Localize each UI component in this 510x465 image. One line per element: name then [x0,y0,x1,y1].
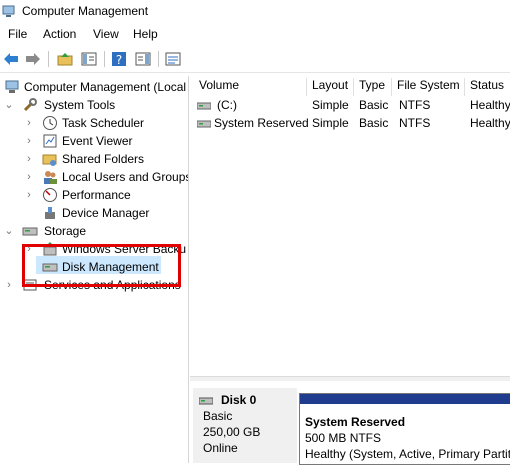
column-header-status[interactable]: Status [470,78,510,96]
toolbar: ? [0,46,510,73]
cell-status: Healthy [470,98,510,112]
table-row[interactable]: System Reserved Simple Basic NTFS Health… [193,114,510,132]
show-action-pane-icon[interactable] [134,50,152,68]
show-hide-tree-icon[interactable] [80,50,98,68]
tree-label: Storage [44,224,87,238]
column-separator[interactable] [306,78,307,96]
performance-icon [42,187,58,203]
tree-item-computer-management[interactable]: Computer Management (Local [0,78,188,96]
partition-size: 500 MB NTFS [305,431,382,445]
tree-item-performance[interactable]: › Performance [0,186,188,204]
users-icon [42,169,58,185]
help-icon[interactable]: ? [110,50,128,68]
tree-item-shared-folders[interactable]: › Shared Folders [0,150,188,168]
menu-view[interactable]: View [93,27,119,41]
tree-item-device-manager[interactable]: Device Manager [0,204,188,222]
computer-management-icon [4,79,20,95]
cell-type: Basic [359,116,389,130]
toolbar-separator [48,51,49,67]
partition-name: System Reserved [305,415,406,429]
disk-info-block[interactable]: Disk 0 Basic 250,00 GB Online [193,388,297,463]
annotation-highlight-box [22,244,181,287]
clock-icon [42,115,58,131]
shared-folder-icon [42,151,58,167]
toolbar-separator [104,51,105,67]
disk-icon [198,394,214,408]
cell-volume: (C:) [217,98,237,112]
cell-type: Basic [359,98,389,112]
chevron-right-icon[interactable]: › [24,134,34,148]
tree-item-event-viewer[interactable]: › Event Viewer [0,132,188,150]
tree-label: Event Viewer [62,134,133,148]
partition-color-band [300,394,510,404]
column-header-file-system[interactable]: File System [397,78,467,96]
chevron-down-icon[interactable]: ⌄ [4,98,14,112]
tree-label: Performance [62,188,131,202]
tree-label: Local Users and Groups [62,170,189,184]
tree-item-storage[interactable]: ⌄ Storage [0,222,188,240]
disk-state: Online [203,441,238,455]
title-bar: Computer Management [0,0,510,24]
column-separator[interactable] [391,78,392,96]
tree-label: Shared Folders [62,152,145,166]
chevron-right-icon[interactable]: › [24,188,34,202]
chevron-right-icon[interactable]: › [24,152,34,166]
cell-status: Healthy [470,116,510,130]
column-header-layout[interactable]: Layout [312,78,358,96]
computer-management-icon [2,5,15,18]
properties-icon[interactable] [164,50,182,68]
cell-file-system: NTFS [399,116,431,130]
chevron-right-icon[interactable]: › [24,170,34,184]
partition-status: Healthy (System, Active, Primary Partit [305,447,510,461]
chevron-down-icon[interactable]: ⌄ [4,224,14,238]
cell-file-system: NTFS [399,98,431,112]
volume-icon [196,100,212,114]
menu-help[interactable]: Help [133,27,158,41]
tree-label: Task Scheduler [62,116,145,130]
column-header-type[interactable]: Type [359,78,393,96]
event-viewer-icon [42,133,58,149]
volume-icon [196,118,212,132]
menu-file[interactable]: File [8,27,27,41]
tools-icon [22,97,38,113]
partition-block[interactable]: System Reserved 500 MB NTFS Healthy (Sys… [299,393,510,465]
disk-name: Disk 0 [221,393,257,407]
forward-arrow-icon[interactable] [24,50,42,68]
table-row[interactable]: (C:) Simple Basic NTFS Healthy [193,96,510,114]
tree-label: Computer Management (Local [24,80,187,94]
disk-graphical-view: Disk 0 Basic 250,00 GB Online System Res… [193,380,510,465]
cell-layout: Simple [312,116,349,130]
device-manager-icon [42,205,58,221]
column-separator[interactable] [464,78,465,96]
window-title: Computer Management [22,4,149,18]
chevron-right-icon[interactable]: › [4,278,14,292]
svg-text:?: ? [116,53,122,67]
column-separator[interactable] [353,78,354,96]
volume-list: Volume Layout Type File System Status (C… [193,76,510,376]
storage-icon [22,223,38,239]
cell-volume: System Reserved [214,116,309,130]
tree-item-task-scheduler[interactable]: › Task Scheduler [0,114,188,132]
column-header-volume[interactable]: Volume [199,78,307,96]
disk-size: 250,00 GB [203,425,261,439]
cell-layout: Simple [312,98,349,112]
menu-action[interactable]: Action [43,27,76,41]
tree-label: System Tools [44,98,116,112]
toolbar-separator [158,51,159,67]
disk-type: Basic [203,409,233,423]
tree-item-system-tools[interactable]: ⌄ System Tools [0,96,188,114]
chevron-right-icon[interactable]: › [24,116,34,130]
up-folder-icon[interactable] [56,50,74,68]
tree-label: Device Manager [62,206,150,220]
back-arrow-icon[interactable] [2,50,20,68]
tree-item-local-users[interactable]: › Local Users and Groups [0,168,188,186]
menu-bar: File Action View Help [0,24,510,44]
